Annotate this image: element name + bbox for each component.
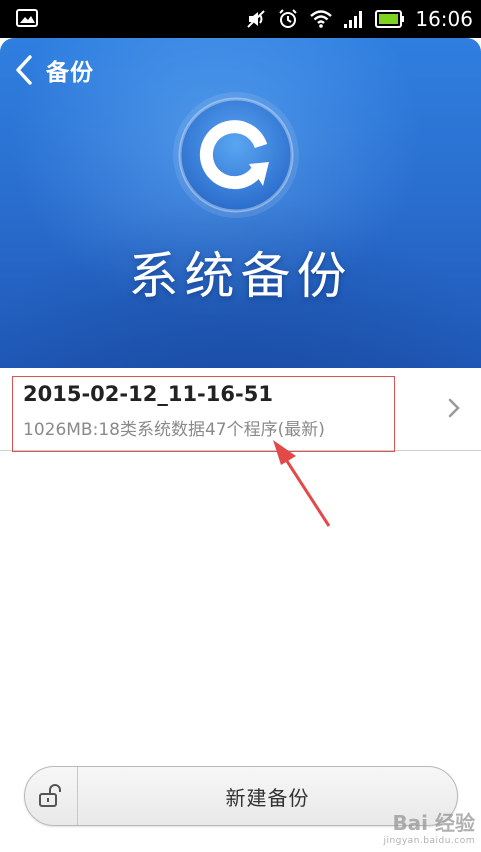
image-notification-icon <box>16 9 38 27</box>
back-button[interactable]: 备份 <box>14 52 94 88</box>
wifi-icon <box>310 10 333 28</box>
chevron-right-icon <box>448 398 460 418</box>
hero-title: 系统备份 <box>128 247 353 305</box>
unlock-icon <box>39 784 61 807</box>
page-title: 备份 <box>46 60 94 86</box>
status-time: 16:06 <box>415 7 473 31</box>
watermark-url: jingyan.baidu.com <box>383 836 475 846</box>
watermark: Bai 经验 jingyan.baidu.com <box>383 807 475 846</box>
status-bar: 16:06 <box>0 0 481 38</box>
signal-icon <box>344 11 363 28</box>
battery-icon <box>375 10 405 28</box>
mute-icon <box>247 10 266 28</box>
hero-banner: 备份 系统备份 <box>0 38 481 368</box>
status-icons: 16:06 <box>245 4 473 34</box>
lock-button[interactable] <box>25 767 78 825</box>
backup-app: 备份 系统备份 2015-02-12_11-16-51 1026MB:18类系统… <box>0 38 481 852</box>
backup-logo-icon <box>173 92 299 218</box>
backup-list-item[interactable]: 2015-02-12_11-16-51 1026MB:18类系统数据47个程序(… <box>0 368 481 452</box>
back-arrow-icon <box>16 55 32 85</box>
alarm-icon <box>279 9 298 28</box>
watermark-logo: Bai 经验 <box>392 811 475 835</box>
annotation-highlight-box <box>12 376 395 452</box>
